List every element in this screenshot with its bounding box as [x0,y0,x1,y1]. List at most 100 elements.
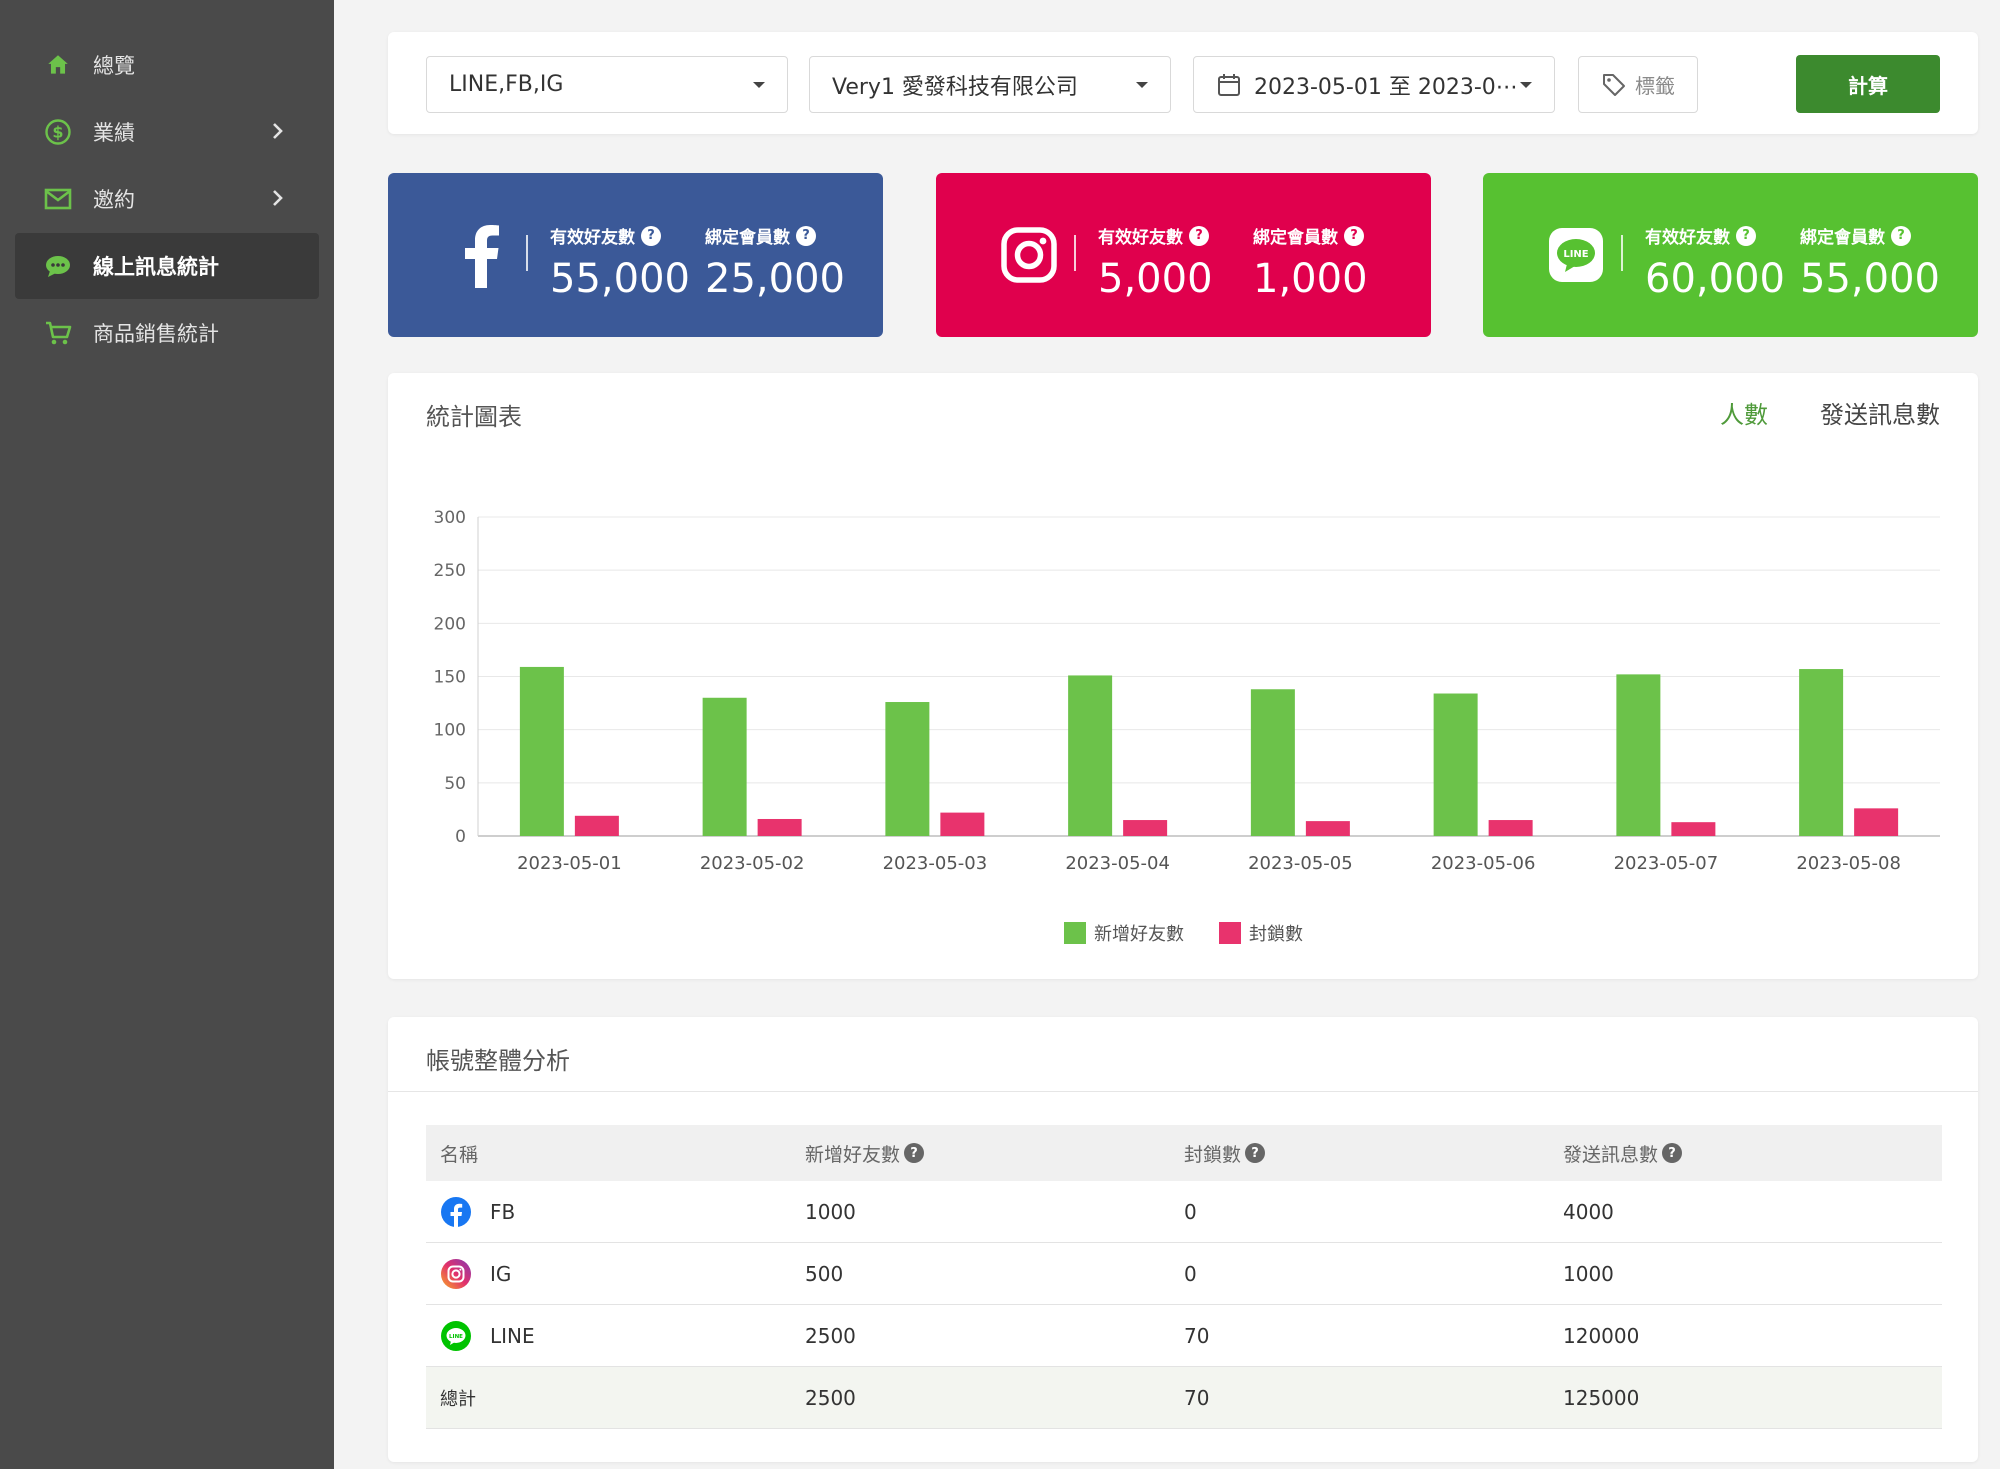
column-header-blocked: 封鎖數 [1184,1143,1242,1166]
x-tick-label: 2023-05-07 [1614,853,1719,874]
total-label: 總計 [440,1388,476,1410]
caret-down-icon [1520,82,1532,88]
table-header-row: 名稱 新增好友數? 封鎖數? 發送訊息數? [426,1125,1942,1181]
tag-button[interactable]: 標籤 [1578,56,1698,113]
company-select-value: Very1 愛發科技有限公司 [832,74,1078,100]
bar-blocked [1854,808,1899,836]
x-tick-label: 2023-05-06 [1431,853,1536,874]
row-blocked: 0 [1184,1199,1197,1224]
chevron-right-icon [273,123,283,139]
sidebar-item-invitation[interactable]: 邀約 [15,166,319,232]
sidebar-item-performance[interactable]: $ 業績 [15,99,319,165]
svg-text:LINE: LINE [449,1333,463,1339]
instagram-icon [441,1258,471,1289]
bar-new-friends [1616,674,1661,836]
divider [388,1091,1978,1092]
account-analysis-card: 帳號整體分析 名稱 新增好友數? 封鎖數? 發送訊息數? FB 1000 0 4… [388,1017,1978,1462]
sidebar-item-label: 業績 [93,121,135,145]
bar-blocked [1305,821,1350,836]
calculate-button-label: 計算 [1848,73,1888,98]
bar-chart: 0 50 100 150 200 250 300 2023-05-01 2023-05-02 20… [434,508,1940,945]
legend-swatch [1219,922,1241,944]
tag-button-label: 標籤 [1635,74,1675,98]
y-tick-label: 200 [434,614,466,634]
stat-label: 綁定會員數 [705,228,790,248]
help-icon[interactable]: ? [1891,225,1911,246]
x-tick-label: 2023-05-08 [1796,853,1901,874]
row-blocked: 70 [1184,1323,1210,1348]
y-tick-label: 50 [444,774,466,794]
sidebar-item-label: 商品銷售統計 [93,322,219,346]
bar-new-friends [519,666,564,836]
stat-label: 綁定會員數 [1253,228,1338,248]
svg-text:$: $ [52,123,63,142]
legend-swatch [1064,922,1086,944]
legend-label: 封鎖數 [1249,924,1303,945]
ig-valid-friends: 有效好友數? 5,000 [1098,223,1213,302]
fb-valid-friends: 有效好友數? 55,000 [550,223,690,302]
help-icon[interactable]: ? [1245,1143,1266,1163]
chevron-right-icon [273,190,283,206]
bar-new-friends [702,697,747,836]
row-messages-sent: 4000 [1563,1199,1614,1224]
row-new-friends: 1000 [805,1199,856,1224]
home-icon [43,50,73,80]
help-icon[interactable]: ? [1344,225,1364,246]
line-icon: LINE [1545,223,1607,287]
column-header-messages-sent: 發送訊息數 [1563,1143,1659,1166]
sidebar-item-label: 總覽 [93,54,135,78]
y-tick-label: 0 [455,827,466,847]
calendar-icon [1218,73,1240,96]
table-row: FB 1000 0 4000 [426,1181,1942,1243]
channel-select-value: LINE,FB,IG [449,72,564,97]
statistics-chart-card: 統計圖表 人數 發送訊息數 0 50 100 150 200 250 300 2023-05-… [388,373,1978,979]
stat-value: 55,000 [550,256,690,302]
bar-blocked [1671,822,1716,836]
sidebar-item-product-sales-stats[interactable]: 商品銷售統計 [15,300,319,366]
sidebar-item-online-message-stats[interactable]: 線上訊息統計 [15,233,319,299]
card-divider [1621,235,1623,271]
bar-new-friends [1433,693,1478,836]
filter-bar: LINE,FB,IG Very1 愛發科技有限公司 2023-05-01 至 2… [388,32,1978,134]
x-tick-label: 2023-05-01 [517,853,622,874]
row-new-friends: 2500 [805,1323,856,1348]
company-select[interactable]: Very1 愛發科技有限公司 [809,56,1171,113]
row-name: FB [490,1199,516,1224]
card-divider [526,235,528,271]
bar-blocked [940,812,985,836]
sidebar-item-label: 邀約 [93,188,135,212]
cart-icon [43,318,73,348]
bar-new-friends [1068,675,1113,836]
table-title: 帳號整體分析 [426,1047,570,1075]
help-icon[interactable]: ? [1736,225,1756,246]
calculate-button[interactable]: 計算 [1796,55,1940,113]
row-messages-sent: 1000 [1563,1261,1614,1286]
y-tick-label: 250 [434,561,466,581]
date-range-picker[interactable]: 2023-05-01 至 2023-0⋯ [1193,56,1555,113]
help-icon[interactable]: ? [1189,225,1209,246]
bar-blocked [574,815,619,836]
y-tick-label: 300 [434,508,466,528]
legend-label: 新增好友數 [1094,924,1184,945]
bar-new-friends [1250,689,1295,836]
sidebar-item-overview[interactable]: 總覽 [15,32,319,98]
stat-label: 有效好友數 [1645,228,1730,248]
caret-down-icon [1136,82,1148,88]
ig-bound-members: 綁定會員數? 1,000 [1253,223,1368,302]
x-tick-label: 2023-05-02 [700,853,805,874]
help-icon[interactable]: ? [796,225,816,246]
total-messages-sent: 125000 [1563,1385,1640,1410]
table-row: LINE LINE 2500 70 120000 [426,1305,1942,1367]
help-icon[interactable]: ? [904,1143,925,1163]
help-icon[interactable]: ? [641,225,661,246]
bar-new-friends [885,702,930,836]
column-header-new-friends: 新增好友數 [805,1143,901,1166]
sidebar-item-label: 線上訊息統計 [93,255,219,279]
x-tick-label: 2023-05-05 [1248,853,1353,874]
x-tick-label: 2023-05-03 [883,853,988,874]
help-icon[interactable]: ? [1662,1143,1683,1163]
table-row: IG 500 0 1000 [426,1243,1942,1305]
line-stats-card: LINE 有效好友數? 60,000 綁定會員數? 55,000 [1483,173,1978,337]
channel-select[interactable]: LINE,FB,IG [426,56,788,113]
facebook-icon [450,223,512,288]
